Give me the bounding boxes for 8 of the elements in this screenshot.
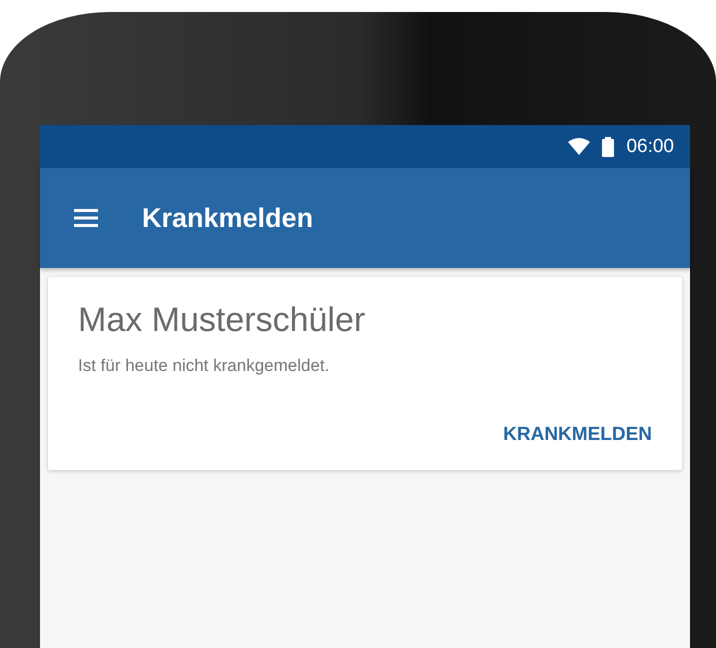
- app-title: Krankmelden: [142, 202, 314, 234]
- report-sick-button[interactable]: KRANKMELDEN: [497, 420, 658, 450]
- sick-status-text: Ist für heute nicht krankgemeldet.: [78, 356, 330, 376]
- menu-icon[interactable]: [74, 209, 98, 227]
- student-name: Max Musterschüler: [78, 301, 366, 340]
- wifi-icon: [568, 138, 590, 155]
- battery-icon: [602, 136, 614, 156]
- status-time: 06:00: [626, 136, 674, 158]
